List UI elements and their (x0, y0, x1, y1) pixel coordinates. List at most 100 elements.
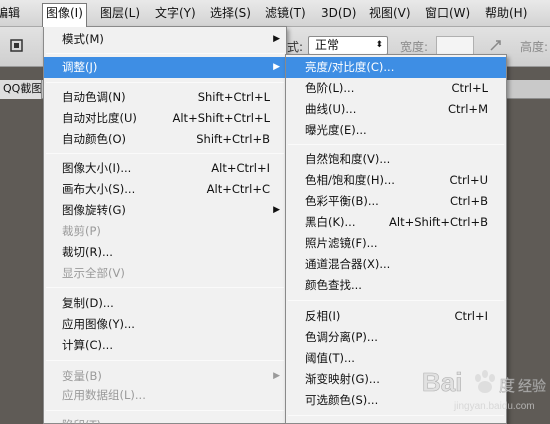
menu-item-label: 应用数据组(L)... (62, 388, 146, 402)
height-label: 高度: (520, 40, 549, 54)
menu-item-label: 黑白(K)... (305, 215, 356, 229)
menu-separator (46, 153, 284, 154)
menu-item-apply-data-set[interactable]: 应用数据组(L)... (44, 385, 286, 406)
menu-item-curves[interactable]: 曲线(U)... Ctrl+M (286, 99, 506, 120)
image-menu: 模式(M) ▶ 调整(J) ▶ 自动色调(N) Shift+Ctrl+L 自动对… (43, 26, 287, 424)
menu-image[interactable]: 图像(I) (42, 3, 87, 27)
menu-item-mode[interactable]: 模式(M) ▶ (44, 29, 286, 50)
watermark-logo-char: 度 (499, 376, 515, 395)
menu-item-label: 变量(B) (62, 369, 102, 383)
style-select[interactable]: 正常 ⬍ (308, 36, 388, 55)
menu-item-label: 照片滤镜(F)... (305, 236, 378, 250)
menu-item-duplicate[interactable]: 复制(D)... (44, 293, 286, 314)
menu-item-label: 颜色查找... (305, 278, 362, 292)
menu-filter[interactable]: 滤镜(T) (262, 4, 309, 25)
menu-item-label: 自动颜色(O) (62, 132, 127, 146)
menu-item-label: 通道混合器(X)... (305, 257, 391, 271)
menu-item-label: 图像旋转(G) (62, 203, 126, 217)
menu-item-label: 色阶(L)... (305, 81, 355, 95)
option-square-icon[interactable] (10, 39, 23, 52)
menu-item-label: 亮度/对比度(C)... (305, 60, 395, 74)
menu-item-apply-image[interactable]: 应用图像(Y)... (44, 314, 286, 335)
submenu-arrow-icon: ▶ (273, 34, 280, 44)
menu-edit[interactable]: 编辑 (0, 4, 23, 25)
menu-item-variables[interactable]: 变量(B) ▶ (44, 366, 286, 387)
submenu-arrow-icon: ▶ (273, 205, 280, 215)
menu-item-label: 显示全部(V) (62, 266, 125, 280)
menu-item-auto-color[interactable]: 自动颜色(O) Shift+Ctrl+B (44, 129, 286, 150)
menu-item-label: 复制(D)... (62, 296, 114, 310)
menu-item-posterize[interactable]: 色调分离(P)... (286, 327, 506, 348)
submenu-arrow-icon: ▶ (273, 371, 280, 381)
menu-window[interactable]: 窗口(W) (422, 4, 473, 25)
menu-item-label: 曝光度(E)... (305, 123, 367, 137)
document-tab[interactable]: QQ截图 (0, 80, 42, 99)
menu-item-shortcut: Ctrl+L (451, 81, 488, 95)
menu-item-shortcut: Ctrl+M (447, 102, 488, 116)
menu-item-vibrance[interactable]: 自然饱和度(V)... (286, 149, 506, 170)
menu-item-channel-mixer[interactable]: 通道混合器(X)... (286, 254, 506, 275)
menu-layer[interactable]: 图层(L) (97, 4, 143, 25)
menu-select[interactable]: 选择(S) (207, 4, 254, 25)
menu-item-trim[interactable]: 裁切(R)... (44, 242, 286, 263)
menu-item-levels[interactable]: 色阶(L)... Ctrl+L (286, 78, 506, 99)
menu-item-shortcut: Alt+Shift+Ctrl+B (389, 215, 488, 229)
menu-item-label: 阈值(T)... (305, 351, 355, 365)
menu-item-label: 色调分离(P)... (305, 330, 378, 344)
menu-item-label: 裁切(R)... (62, 245, 113, 259)
menu-item-shortcut: Shift+Ctrl+L (197, 90, 270, 104)
watermark-url: jingyan.baidu.com (453, 401, 535, 412)
menu-item-trap[interactable]: 陷印(T)... (44, 415, 286, 424)
chevron-updown-icon: ⬍ (375, 40, 383, 50)
menu-bar: 编辑 图像(I) 图层(L) 文字(Y) 选择(S) 滤镜(T) 3D(D) 视… (0, 0, 550, 27)
menu-item-label: 自动对比度(U) (62, 111, 137, 125)
watermark-logo-text: Bai (422, 367, 462, 397)
menu-item-exposure[interactable]: 曝光度(E)... (286, 120, 506, 141)
menu-view[interactable]: 视图(V) (366, 4, 414, 25)
menu-item-invert[interactable]: 反相(I) Ctrl+I (286, 306, 506, 327)
menu-3d[interactable]: 3D(D) (318, 4, 359, 25)
baidu-paw-icon (475, 370, 495, 393)
menu-item-black-white[interactable]: 黑白(K)... Alt+Shift+Ctrl+B (286, 212, 506, 233)
menu-item-auto-tone[interactable]: 自动色调(N) Shift+Ctrl+L (44, 87, 286, 108)
menu-item-hue-saturation[interactable]: 色相/饱和度(H)... Ctrl+U (286, 170, 506, 191)
menu-item-label: 模式(M) (62, 32, 104, 46)
baidu-watermark: Bai 度 经验 jingyan.baidu.com (398, 361, 548, 421)
menu-separator (46, 53, 284, 54)
menu-item-label: 图像大小(I)... (62, 161, 132, 175)
menu-item-label: 裁剪(P) (62, 224, 101, 238)
menu-separator (46, 82, 284, 83)
menu-separator (288, 144, 504, 145)
menu-item-canvas-size[interactable]: 画布大小(S)... Alt+Ctrl+C (44, 179, 286, 200)
menu-item-color-balance[interactable]: 色彩平衡(B)... Ctrl+B (286, 191, 506, 212)
menu-item-label: 可选颜色(S)... (305, 393, 379, 407)
menu-item-color-lookup[interactable]: 颜色查找... (286, 275, 506, 296)
menu-item-reveal-all[interactable]: 显示全部(V) (44, 263, 286, 284)
menu-item-crop[interactable]: 裁剪(P) (44, 221, 286, 242)
menu-help[interactable]: 帮助(H) (482, 4, 530, 25)
menu-item-shortcut: Ctrl+U (449, 173, 488, 187)
menu-type[interactable]: 文字(Y) (152, 4, 199, 25)
menu-item-image-size[interactable]: 图像大小(I)... Alt+Ctrl+I (44, 158, 286, 179)
width-input[interactable] (436, 36, 474, 55)
menu-item-label: 反相(I) (305, 309, 341, 323)
menu-item-photo-filter[interactable]: 照片滤镜(F)... (286, 233, 506, 254)
submenu-arrow-icon: ▶ (273, 62, 280, 72)
menu-item-brightness-contrast[interactable]: 亮度/对比度(C)... (286, 57, 506, 78)
option-tool-icon[interactable] (489, 39, 502, 52)
menu-item-calculations[interactable]: 计算(C)... (44, 335, 286, 356)
menu-item-label: 渐变映射(G)... (305, 372, 380, 386)
menu-item-label: 陷印(T)... (62, 415, 112, 424)
menu-item-shortcut: Alt+Ctrl+I (211, 161, 270, 175)
menu-item-auto-contrast[interactable]: 自动对比度(U) Alt+Shift+Ctrl+L (44, 108, 286, 129)
menu-item-shortcut: Ctrl+B (450, 194, 488, 208)
menu-separator (46, 287, 284, 288)
menu-item-shortcut: Alt+Ctrl+C (206, 182, 270, 196)
menu-separator (46, 410, 284, 411)
menu-item-label: 色彩平衡(B)... (305, 194, 379, 208)
menu-item-label: 应用图像(Y)... (62, 317, 135, 331)
menu-item-image-rotation[interactable]: 图像旋转(G) ▶ (44, 200, 286, 221)
menu-item-label: 色相/饱和度(H)... (305, 173, 395, 187)
menu-item-label: 画布大小(S)... (62, 182, 136, 196)
menu-item-adjust[interactable]: 调整(J) ▶ (44, 57, 286, 78)
